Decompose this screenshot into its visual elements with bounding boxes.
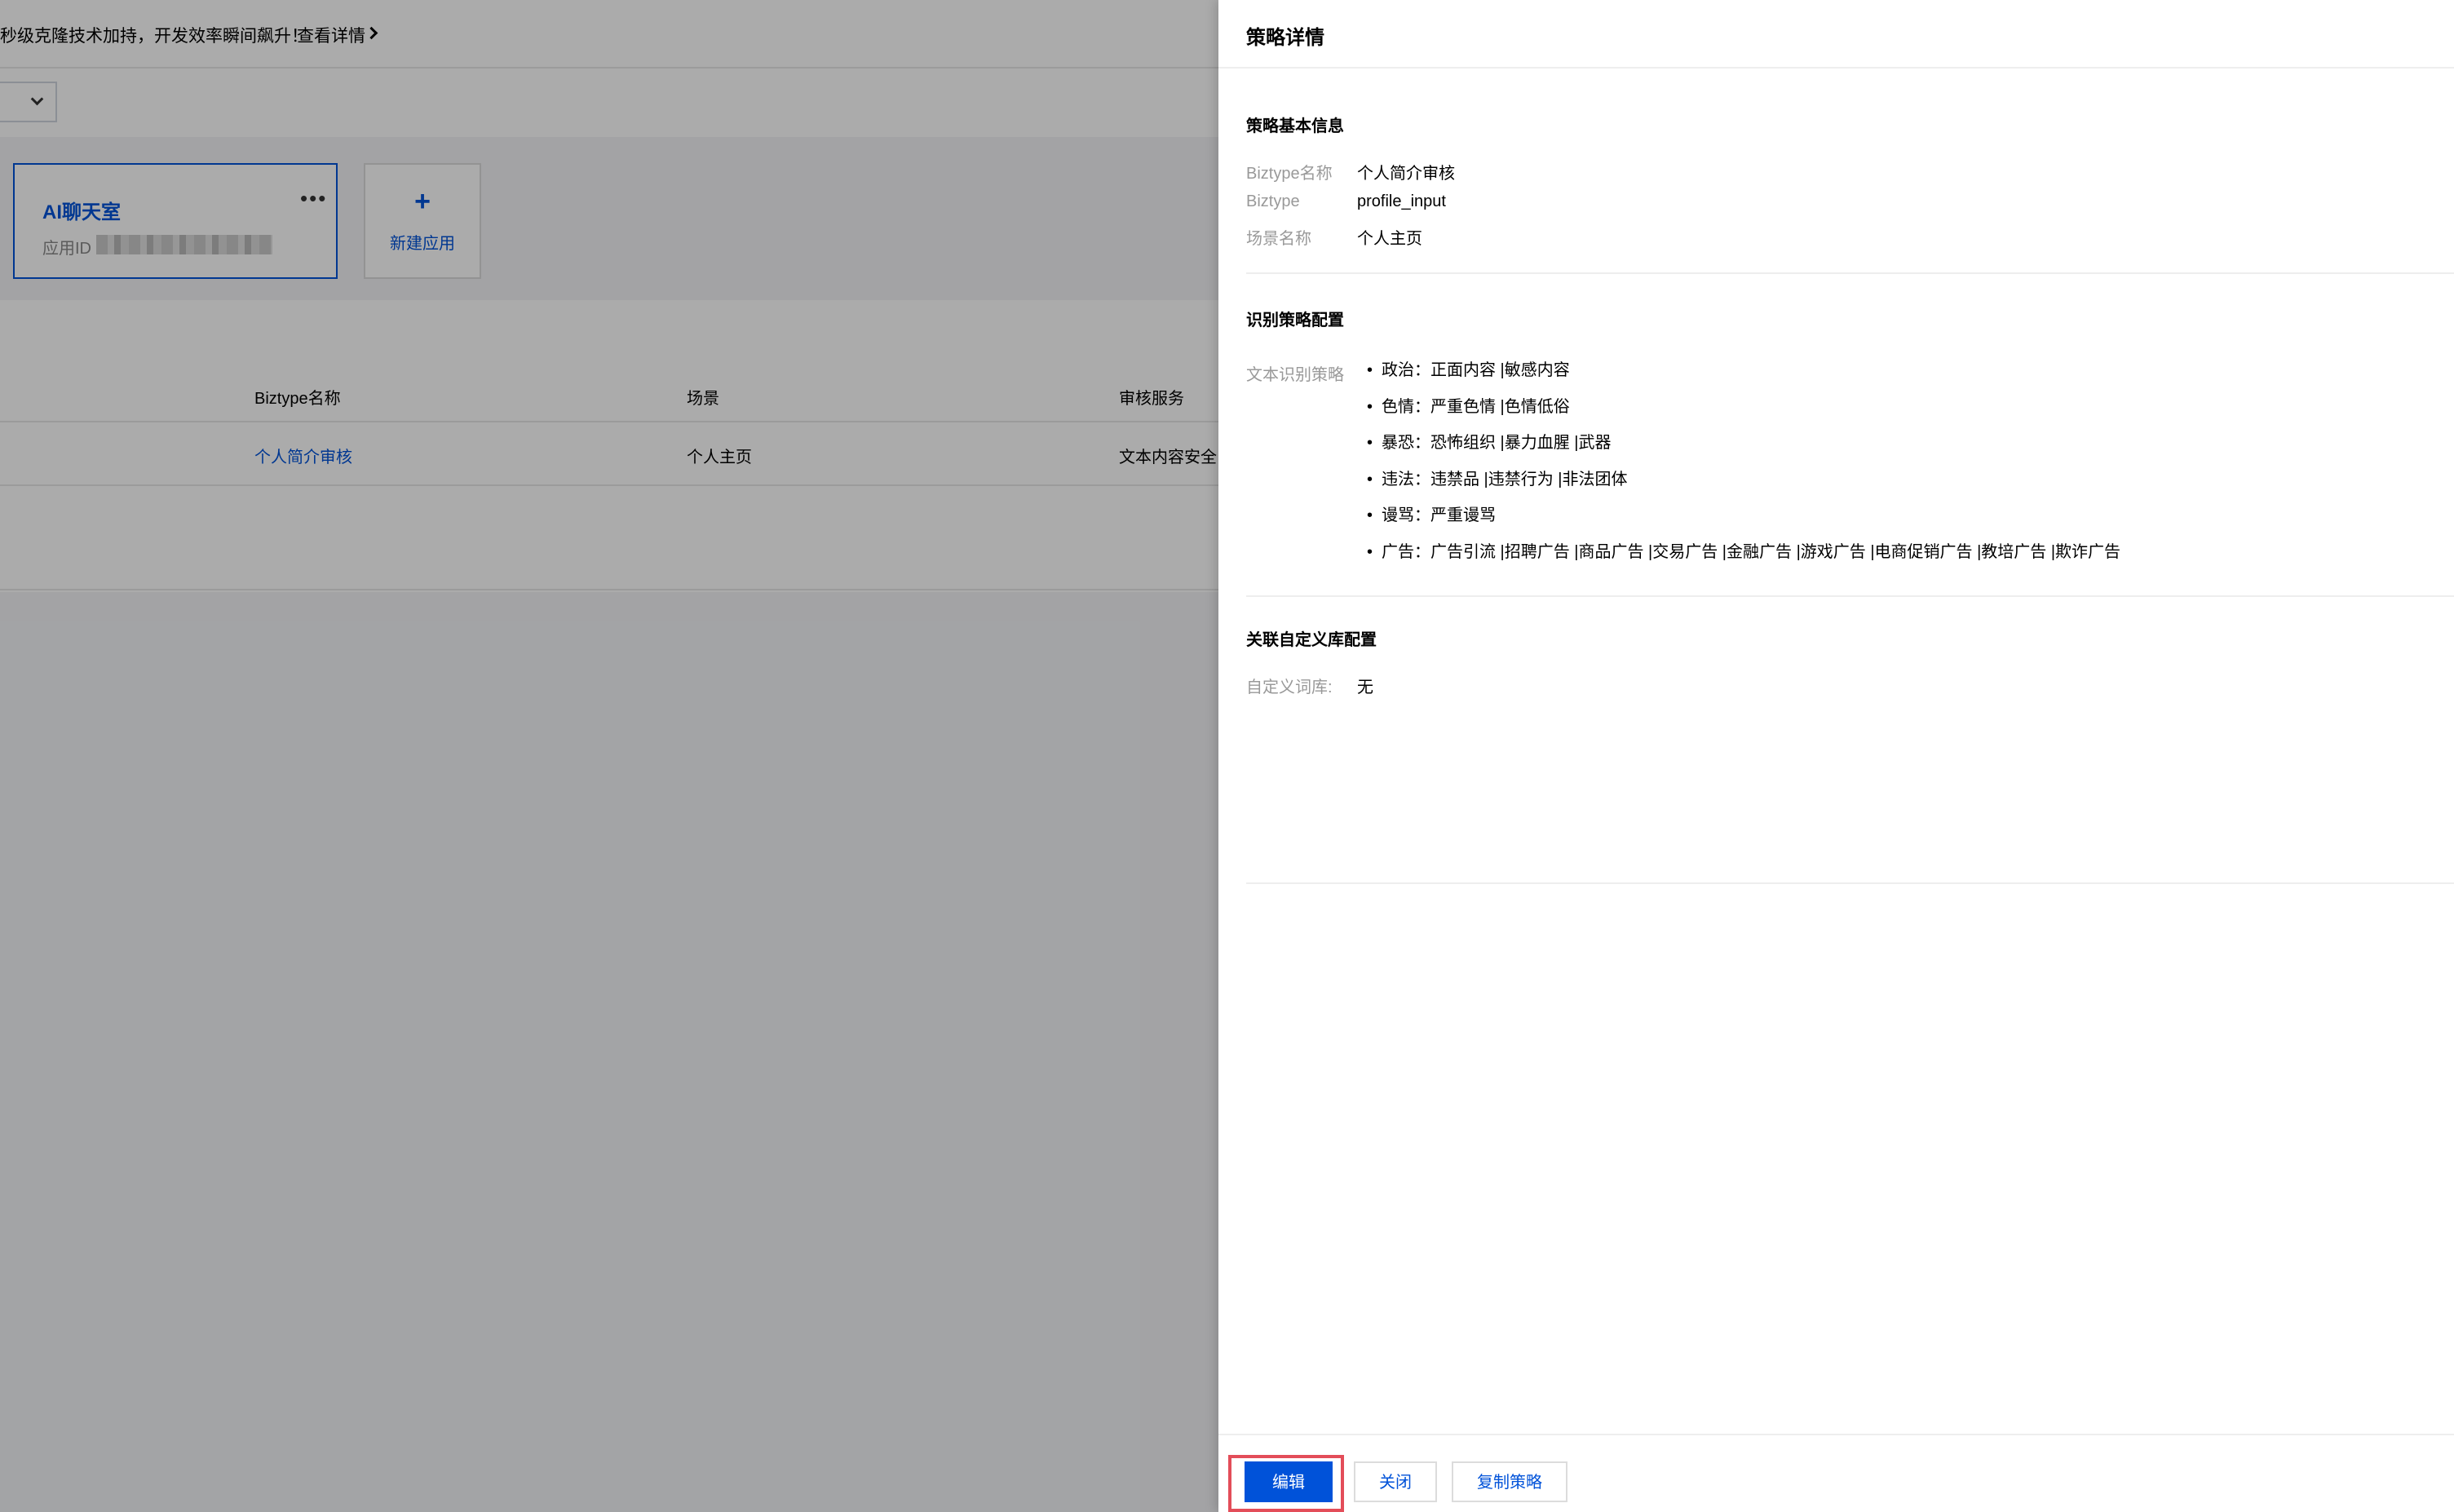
section-divider: [1246, 595, 2454, 597]
list-item: • 广告：广告引流 |招聘广告 |商品广告 |交易广告 |金融广告 |游戏广告 |…: [1367, 542, 2121, 561]
list-item: • 色情：严重色情 |色情低俗: [1367, 397, 1570, 416]
field-value-biztype-name: 个人简介审核: [1357, 165, 1455, 183]
list-item: • 暴恐：恐怖组织 |暴力血腥 |武器: [1367, 434, 1612, 453]
section-divider: [1246, 272, 2454, 274]
field-label-text-policy: 文本识别策略: [1246, 366, 1344, 384]
drawer-footer-divider: [1218, 1434, 2454, 1435]
list-item: • 谩骂：严重谩骂: [1367, 506, 1496, 525]
section-divider: [1246, 882, 2454, 884]
section-title-custom-lib: 关联自定义库配置: [1246, 631, 1377, 649]
section-title-basic: 策略基本信息: [1246, 117, 1344, 135]
policy-list: • 政治：正面内容 |敏感内容 • 色情：严重色情 |色情低俗 • 暴恐：恐怖组织 |…: [1367, 360, 2121, 578]
drawer-header-divider: [1218, 67, 2454, 69]
field-label-custom-lib: 自定义词库:: [1246, 679, 1333, 696]
field-value-scene: 个人主页: [1357, 230, 1422, 248]
policy-detail-drawer: 策略详情 策略基本信息 Biztype名称 个人简介审核 Biztype pro…: [1218, 0, 2454, 1512]
drawer-title: 策略详情: [1246, 27, 1324, 49]
copy-policy-button[interactable]: 复制策略: [1452, 1461, 1567, 1502]
edit-button[interactable]: 编辑: [1245, 1461, 1333, 1502]
field-value-custom-lib: 无: [1357, 679, 1373, 696]
section-title-recognition: 识别策略配置: [1246, 312, 1344, 329]
close-button[interactable]: 关闭: [1354, 1461, 1437, 1502]
list-item: • 政治：正面内容 |敏感内容: [1367, 361, 1570, 379]
drawer-mask[interactable]: [0, 0, 1218, 1512]
field-label-biztype: Biztype: [1246, 192, 1300, 210]
field-label-scene: 场景名称: [1246, 230, 1311, 248]
field-label-biztype-name: Biztype名称: [1246, 165, 1333, 183]
field-value-biztype: profile_input: [1357, 192, 1446, 210]
list-item: • 违法：违禁品 |违禁行为 |非法团体: [1367, 470, 1628, 489]
